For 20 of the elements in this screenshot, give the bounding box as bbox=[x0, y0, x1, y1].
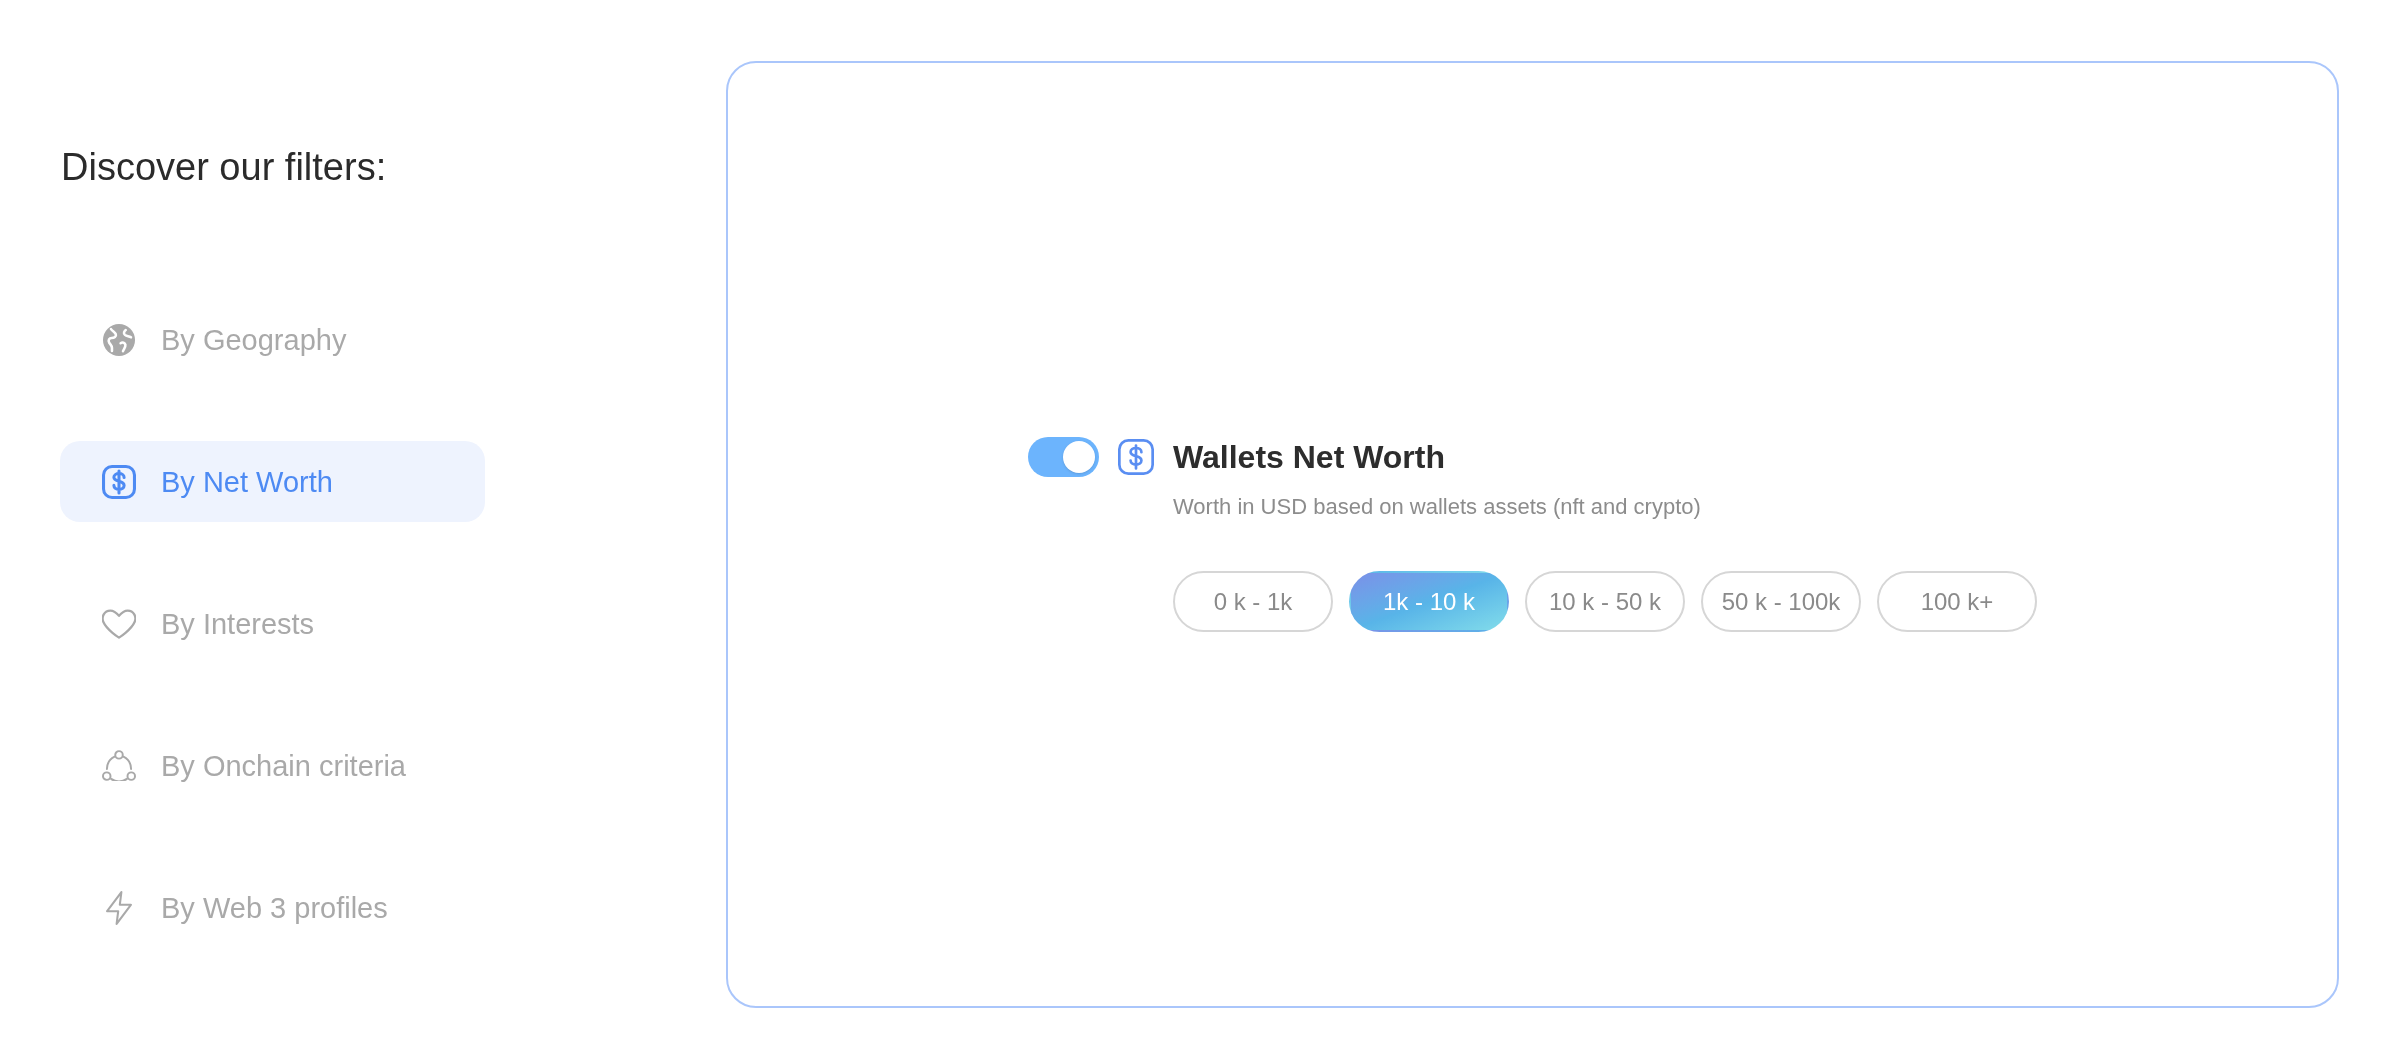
sidebar-item[interactable]: By Geography bbox=[60, 299, 485, 380]
sidebar-item[interactable]: By Interests bbox=[60, 583, 485, 664]
network-nodes-icon bbox=[102, 750, 136, 781]
range-chip[interactable]: 0 k - 1k bbox=[1173, 571, 1333, 632]
sidebar-item[interactable]: By Onchain criteria bbox=[60, 725, 485, 806]
heart-icon bbox=[102, 608, 136, 639]
range-chip[interactable]: 100 k+ bbox=[1877, 571, 2037, 632]
filter-description: Worth in USD based on wallets assets (nft and crypto) bbox=[1173, 493, 1701, 521]
dollar-icon bbox=[1118, 439, 1154, 475]
toggle-switch[interactable] bbox=[1028, 437, 1099, 477]
range-chip[interactable]: 10 k - 50 k bbox=[1525, 571, 1685, 632]
section-heading: Discover our filters: bbox=[60, 145, 387, 189]
globe-icon bbox=[103, 323, 135, 356]
sidebar-item[interactable]: By Net Worth bbox=[60, 441, 485, 522]
lightning-icon bbox=[106, 890, 132, 925]
dollar-icon bbox=[102, 464, 136, 499]
range-chip[interactable]: 50 k - 100k bbox=[1701, 571, 1861, 632]
sidebar-item[interactable]: By Web 3 profiles bbox=[60, 867, 485, 948]
range-chip[interactable]: 1k - 10 k bbox=[1349, 571, 1509, 632]
filter-title: Wallets Net Worth bbox=[1173, 438, 1445, 477]
